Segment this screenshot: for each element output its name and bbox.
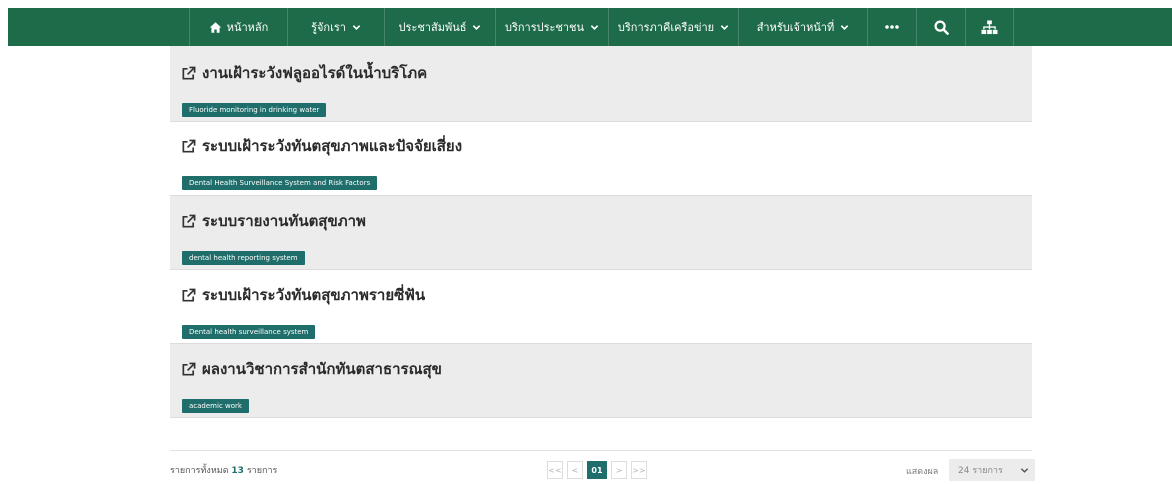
sitemap-button[interactable] <box>965 8 1014 46</box>
more-icon <box>885 25 899 29</box>
item-tag: Dental Health Surveillance System and Ri… <box>182 176 378 190</box>
total-count-text: รายการทั้งหมด 13 รายการ <box>170 463 277 477</box>
nav-public-services[interactable]: บริการประชาชน <box>495 8 608 46</box>
nav-public-services-label: บริการประชาชน <box>504 21 585 34</box>
item-title-link[interactable]: งานเฝ้าระวังฟลูออไรด์ในน้ำบริโภค <box>181 61 1032 85</box>
item-tag: dental health reporting system <box>182 251 305 265</box>
item-title-link[interactable]: ผลงานวิชาการสำนักทันตสาธารณสุข <box>181 357 1032 381</box>
item-title: ระบบเฝ้าระวังทันตสุขภาพและปัจจัยเสี่ยง <box>202 137 463 155</box>
total-suffix: รายการ <box>246 466 278 476</box>
nav-staff[interactable]: สำหรับเจ้าหน้าที่ <box>738 8 867 46</box>
chevron-down-icon <box>1020 468 1029 473</box>
nav-home[interactable]: หน้าหลัก <box>189 8 287 46</box>
external-link-icon <box>182 288 196 301</box>
item-title-link[interactable]: ระบบเฝ้าระวังทันตสุขภาพและปัจจัยเสี่ยง <box>181 134 1032 158</box>
page-size-value: 24 รายการ <box>958 466 1003 476</box>
nav-news[interactable]: ประชาสัมพันธ์ <box>384 8 495 46</box>
nav-home-label: หน้าหลัก <box>226 21 269 34</box>
item-title: งานเฝ้าระวังฟลูออไรด์ในน้ำบริโภค <box>202 64 428 82</box>
external-link-icon <box>182 214 196 227</box>
nav-partner-services-label: บริการภาคีเครือข่าย <box>617 21 715 34</box>
item-title-link[interactable]: ระบบเฝ้าระวังทันตสุขภาพรายซี่ฟัน <box>181 283 1032 307</box>
list-item: ระบบเฝ้าระวังทันตสุขภาพและปัจจัยเสี่ยง D… <box>170 122 1032 196</box>
nav-menu: หน้าหลัก รู้จักเรา ประชาสัมพันธ์ บริการป… <box>189 8 1014 46</box>
external-link-icon <box>182 139 196 152</box>
total-prefix: รายการทั้งหมด <box>170 466 229 476</box>
current-page-button[interactable]: 01 <box>587 461 607 479</box>
last-page-button[interactable]: >> <box>631 461 647 479</box>
chevron-down-icon <box>590 24 599 30</box>
nav-about[interactable]: รู้จักเรา <box>287 8 384 46</box>
item-tag: academic work <box>182 399 249 413</box>
page-size-select[interactable]: 24 รายการ <box>949 459 1035 481</box>
page-size-label: แสดงผล <box>906 467 939 477</box>
item-tag: Dental health surveillance system <box>182 325 316 339</box>
nav-news-label: ประชาสัมพันธ์ <box>398 21 467 34</box>
chevron-down-icon <box>352 24 361 30</box>
item-tag: Fluoride monitoring in drinking water <box>182 103 327 117</box>
more-button[interactable] <box>867 8 916 46</box>
search-icon <box>933 19 949 35</box>
home-icon <box>209 21 221 33</box>
footer-divider <box>170 450 1032 451</box>
nav-staff-label: สำหรับเจ้าหน้าที่ <box>756 21 835 34</box>
first-page-button[interactable]: << <box>547 461 563 479</box>
list-item: ผลงานวิชาการสำนักทันตสาธารณสุข academic … <box>170 344 1032 418</box>
list-item: ระบบรายงานทันตสุขภาพ dental health repor… <box>170 196 1032 270</box>
item-title: ระบบเฝ้าระวังทันตสุขภาพรายซี่ฟัน <box>202 286 426 304</box>
total-count: 13 <box>231 466 244 476</box>
next-page-button[interactable]: > <box>611 461 627 479</box>
external-link-icon <box>182 66 196 79</box>
top-navbar: หน้าหลัก รู้จักเรา ประชาสัมพันธ์ บริการป… <box>8 8 1172 46</box>
item-title: ระบบรายงานทันตสุขภาพ <box>202 212 366 230</box>
external-link-icon <box>182 362 196 375</box>
chevron-down-icon <box>841 24 849 30</box>
sitemap-icon <box>981 19 998 34</box>
list-item: ระบบเฝ้าระวังทันตสุขภาพรายซี่ฟัน Dental … <box>170 270 1032 344</box>
prev-page-button[interactable]: < <box>567 461 583 479</box>
pagination: << < 01 > >> <box>547 461 647 479</box>
chevron-down-icon <box>473 24 481 30</box>
item-title-link[interactable]: ระบบรายงานทันตสุขภาพ <box>181 209 1032 233</box>
search-button[interactable] <box>916 8 965 46</box>
list-item: งานเฝ้าระวังฟลูออไรด์ในน้ำบริโภค Fluorid… <box>170 46 1032 122</box>
nav-about-label: รู้จักเรา <box>311 21 346 34</box>
system-list: งานเฝ้าระวังฟลูออไรด์ในน้ำบริโภค Fluorid… <box>170 46 1032 418</box>
nav-partner-services[interactable]: บริการภาคีเครือข่าย <box>608 8 738 46</box>
chevron-down-icon <box>720 24 729 30</box>
item-title: ผลงานวิชาการสำนักทันตสาธารณสุข <box>202 360 442 378</box>
